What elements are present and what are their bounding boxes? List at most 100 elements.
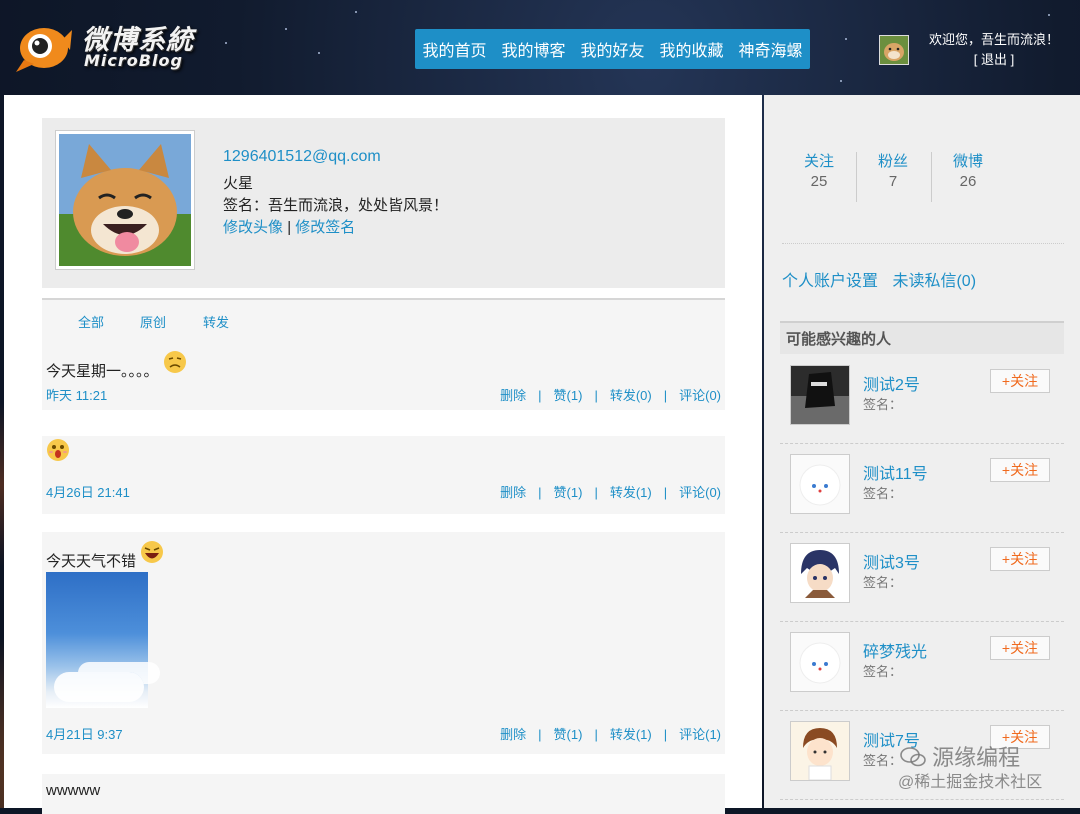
user-stats: 关注 25 粉丝 7 微博 26 xyxy=(782,150,992,202)
post-text xyxy=(46,438,70,462)
tab-original[interactable]: 原创 xyxy=(140,312,166,331)
like-link[interactable]: 赞(1) xyxy=(554,727,583,742)
post-time: 昨天 11:21 xyxy=(46,388,108,403)
nav-home[interactable]: 我的首页 xyxy=(422,37,486,61)
nav-magic-conch[interactable]: 神奇海螺 xyxy=(738,37,802,61)
default-avatar-icon xyxy=(791,455,849,513)
logo[interactable]: 微博系統 MicroBlog xyxy=(14,18,204,76)
tab-forward[interactable]: 转发 xyxy=(203,312,229,331)
forward-link[interactable]: 转发(0) xyxy=(610,388,652,403)
delete-link[interactable]: 删除 xyxy=(500,388,526,403)
suggested-users-title: 可能感兴趣的人 xyxy=(780,321,1064,354)
post-item: 今天星期一。。。。 昨天 11:21 删除 | 赞(1) | 转发(0) | 评论(0) xyxy=(42,340,725,410)
cartoon-boy-avatar-icon xyxy=(791,722,849,780)
sidebar: 关注 25 粉丝 7 微博 26 个人账户设置 未读私信(0) 可能感兴趣的人 … xyxy=(764,95,1080,808)
dog-avatar-icon xyxy=(880,36,908,64)
nav-my-friends[interactable]: 我的好友 xyxy=(580,37,644,61)
forward-link[interactable]: 转发(1) xyxy=(610,485,652,500)
user-avatar[interactable] xyxy=(790,543,850,603)
follow-button[interactable]: +关注 xyxy=(990,636,1050,660)
user-signature: 签名： xyxy=(863,575,903,590)
post-actions: 删除 | 赞(1) | 转发(1) | 评论(1) xyxy=(500,727,721,742)
stat-weibo[interactable]: 微博 26 xyxy=(933,150,1003,190)
user-name[interactable]: 碎梦残光 xyxy=(863,638,927,662)
main-content: 1296401512@qq.com 火星 签名：吾生而流浪，处处皆风景！ 修改头… xyxy=(4,95,762,814)
post-text-content: 今天天气不错 xyxy=(46,553,137,570)
divider xyxy=(931,152,932,202)
welcome-text: 欢迎您，吾生而流浪！ xyxy=(928,32,1059,47)
profile-avatar[interactable] xyxy=(55,130,195,270)
user-signature: 签名： xyxy=(863,486,903,501)
post-text-content: 今天星期一。。。。 xyxy=(46,363,159,380)
watermark-line2: @稀土掘金技术社区 xyxy=(898,774,1043,791)
user-avatar[interactable] xyxy=(790,365,850,425)
comment-link[interactable]: 评论(0) xyxy=(679,388,721,403)
follow-button[interactable]: +关注 xyxy=(990,547,1050,571)
post-item: 4月26日 21:41 删除 | 赞(1) | 转发(1) | 评论(0) xyxy=(42,436,725,514)
suggested-user: 测试2号 签名： +关注 xyxy=(780,354,1064,444)
post-time: 4月21日 9:37 xyxy=(46,727,123,742)
nav-my-blog[interactable]: 我的博客 xyxy=(501,37,565,61)
profile-location: 火星 xyxy=(223,175,254,192)
user-avatar[interactable] xyxy=(790,632,850,692)
user-name[interactable]: 测试11号 xyxy=(863,460,928,484)
account-settings-link[interactable]: 个人账户设置 xyxy=(782,273,878,290)
post-item: 今天天气不错 4月21日 9:37 删除 | 赞(1) | 转发(1) | 评论(1) xyxy=(42,532,725,754)
unread-messages-link[interactable]: 未读私信(0) xyxy=(892,273,976,290)
profile-email: 1296401512@qq.com xyxy=(223,148,381,165)
logout-link[interactable]: [ 退出 ] xyxy=(914,50,1074,70)
frown-emoji-icon xyxy=(163,351,186,373)
post-image[interactable] xyxy=(46,572,148,708)
user-signature: 签名： xyxy=(863,753,903,768)
post-item: wwwww xyxy=(42,774,725,814)
edit-signature-link[interactable]: 修改签名 xyxy=(295,219,355,236)
shocked-emoji-icon xyxy=(47,439,69,461)
divider xyxy=(856,152,857,202)
post-actions: 删除 | 赞(1) | 转发(0) | 评论(0) xyxy=(500,388,721,403)
stat-weibo-label: 微博 xyxy=(952,153,983,170)
profile-card: 1296401512@qq.com 火星 签名：吾生而流浪，处处皆风景！ 修改头… xyxy=(42,118,725,288)
stat-fans-count: 7 xyxy=(888,173,898,190)
shiba-photo-icon xyxy=(59,134,191,266)
forward-link[interactable]: 转发(1) xyxy=(610,727,652,742)
stat-follow[interactable]: 关注 25 xyxy=(784,150,854,190)
edit-avatar-link[interactable]: 修改头像 xyxy=(223,219,283,236)
tab-all[interactable]: 全部 xyxy=(78,312,104,331)
header: 微博系統 MicroBlog 我的首页 我的博客 我的好友 我的收藏 神奇海螺 … xyxy=(0,0,1080,94)
post-text: 今天星期一。。。。 xyxy=(46,350,187,381)
stat-fans[interactable]: 粉丝 7 xyxy=(858,150,928,190)
follow-button[interactable]: +关注 xyxy=(990,369,1050,393)
profile-edit-links: 修改头像 | 修改签名 xyxy=(223,216,355,237)
user-signature: 签名： xyxy=(863,664,903,679)
suggested-user: 测试11号 签名： +关注 xyxy=(780,443,1064,533)
profile-signature: 签名：吾生而流浪，处处皆风景！ xyxy=(223,197,449,214)
user-avatar[interactable] xyxy=(790,721,850,781)
delete-link[interactable]: 删除 xyxy=(500,485,526,500)
wechat-icon xyxy=(900,747,926,767)
link-separator: | xyxy=(287,219,292,236)
delete-link[interactable]: 删除 xyxy=(500,727,526,742)
stat-follow-label: 关注 xyxy=(803,153,834,170)
post-time: 4月26日 21:41 xyxy=(46,485,130,500)
dark-figure-avatar-icon xyxy=(791,366,849,424)
user-name[interactable]: 测试2号 xyxy=(863,371,920,395)
default-avatar-icon xyxy=(791,633,849,691)
follow-button[interactable]: +关注 xyxy=(990,458,1050,482)
suggested-user: 测试3号 签名： +关注 xyxy=(780,532,1064,622)
post-actions: 删除 | 赞(1) | 转发(1) | 评论(0) xyxy=(500,485,721,500)
user-name[interactable]: 测试3号 xyxy=(863,549,920,573)
stat-weibo-count: 26 xyxy=(959,173,977,190)
nav-my-favorites[interactable]: 我的收藏 xyxy=(659,37,723,61)
like-link[interactable]: 赞(1) xyxy=(554,388,583,403)
user-avatar[interactable] xyxy=(790,454,850,514)
header-avatar[interactable] xyxy=(879,35,909,65)
account-links: 个人账户设置 未读私信(0) xyxy=(782,267,986,291)
welcome-box: 欢迎您，吾生而流浪！ [ 退出 ] xyxy=(914,30,1074,70)
main-nav: 我的首页 我的博客 我的好友 我的收藏 神奇海螺 xyxy=(415,29,810,69)
like-link[interactable]: 赞(1) xyxy=(554,485,583,500)
divider xyxy=(782,243,1064,244)
post-text: 今天天气不错 xyxy=(46,540,164,571)
comment-link[interactable]: 评论(0) xyxy=(679,485,721,500)
comment-link[interactable]: 评论(1) xyxy=(679,727,721,742)
post-text: wwwww xyxy=(46,782,101,799)
